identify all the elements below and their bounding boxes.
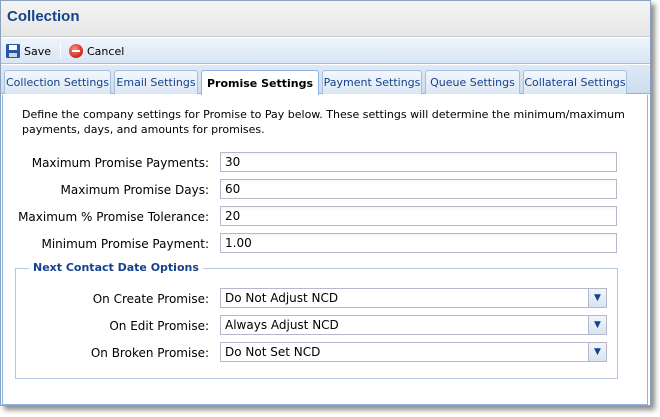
on-broken-promise-label: On Broken Promise: (90, 346, 209, 360)
tab-payment-settings[interactable]: Payment Settings (322, 70, 422, 94)
tab-collection-settings[interactable]: Collection Settings (4, 70, 111, 94)
chevron-down-icon[interactable]: ▼ (588, 289, 606, 307)
tab-promise-settings[interactable]: Promise Settings (201, 70, 319, 95)
on-create-promise-label: On Create Promise: (92, 292, 209, 306)
on-create-promise-select[interactable]: Do Not Adjust NCD ▼ (220, 288, 607, 308)
next-contact-date-fieldset: Next Contact Date Options On Create Prom… (15, 261, 618, 379)
max-promise-tolerance-input[interactable] (220, 206, 617, 226)
promise-description: Define the company settings for Promise … (22, 108, 625, 136)
save-button-label: Save (24, 44, 52, 58)
on-edit-promise-select[interactable]: Always Adjust NCD ▼ (220, 315, 607, 335)
cancel-button[interactable]: Cancel (69, 43, 124, 59)
max-promise-days-label: Maximum Promise Days: (60, 183, 209, 197)
window-title: Collection (7, 8, 80, 25)
tab-email-settings[interactable]: Email Settings (114, 70, 198, 94)
tab-queue-settings[interactable]: Queue Settings (425, 70, 520, 94)
max-promise-payments-input[interactable] (220, 152, 617, 172)
chevron-down-icon[interactable]: ▼ (588, 343, 606, 361)
on-broken-promise-select[interactable]: Do Not Set NCD ▼ (220, 342, 607, 362)
max-promise-days-input[interactable] (220, 179, 617, 199)
toolbar: Save Cancel (1, 38, 650, 64)
settings-tabstrip: Collection Settings Email Settings Promi… (1, 65, 650, 95)
cancel-circle-icon (69, 44, 83, 58)
promise-settings-panel: Define the company settings for Promise … (2, 95, 648, 405)
on-edit-promise-value: Always Adjust NCD (225, 318, 339, 332)
on-broken-promise-value: Do Not Set NCD (225, 345, 321, 359)
min-promise-payment-label: Minimum Promise Payment: (41, 237, 209, 251)
tab-collateral-settings[interactable]: Collateral Settings (523, 70, 627, 94)
cancel-button-label: Cancel (87, 44, 125, 58)
chevron-down-icon[interactable]: ▼ (588, 316, 606, 334)
window-titlebar: Collection (1, 1, 650, 37)
max-promise-payments-label: Maximum Promise Payments: (31, 156, 209, 170)
next-contact-date-legend: Next Contact Date Options (29, 261, 203, 274)
on-create-promise-value: Do Not Adjust NCD (225, 291, 339, 305)
collection-window: Collection Save Cancel Collection Settin… (0, 0, 651, 406)
max-promise-tolerance-label: Maximum % Promise Tolerance: (18, 210, 209, 224)
min-promise-payment-input[interactable] (220, 233, 617, 253)
floppy-disk-icon (6, 44, 20, 58)
toolbar-separator (60, 43, 61, 59)
save-button[interactable]: Save (6, 43, 51, 59)
on-edit-promise-label: On Edit Promise: (109, 319, 209, 333)
